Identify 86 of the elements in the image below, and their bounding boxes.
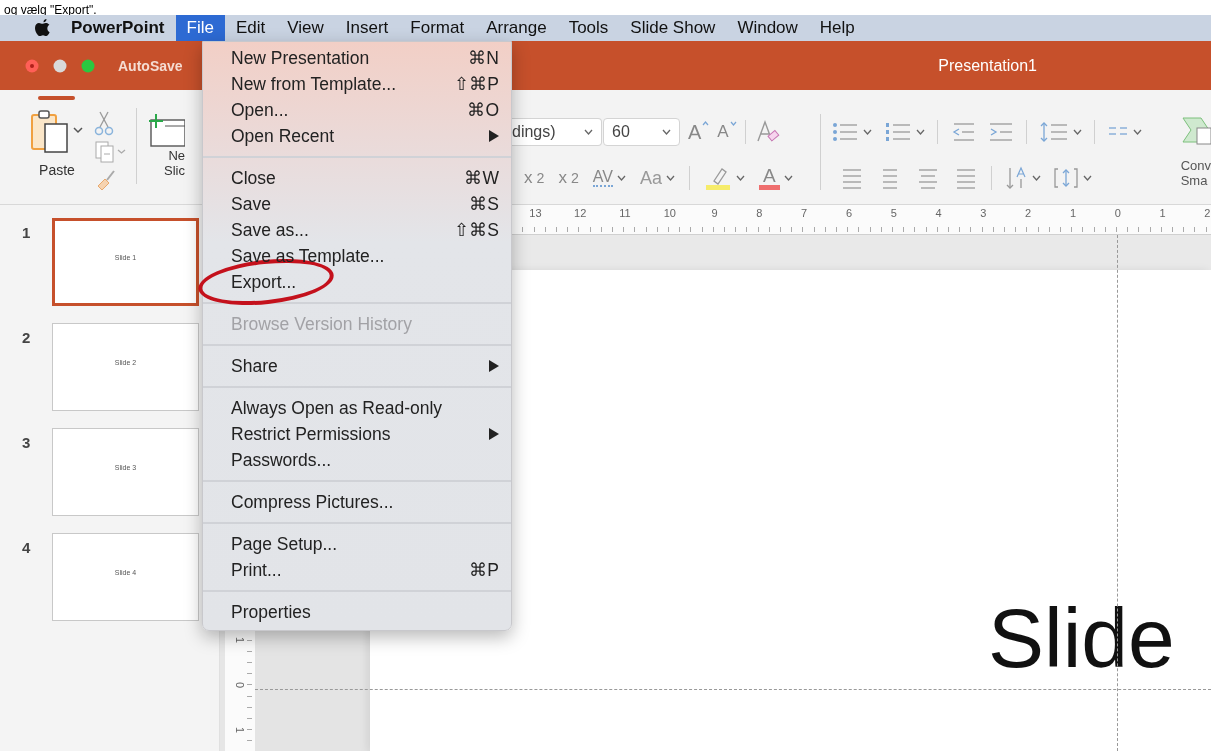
menu-title[interactable]: Arrange — [475, 15, 558, 41]
chevron-down-icon[interactable] — [1133, 129, 1142, 135]
ruler-label: 11 — [618, 206, 632, 219]
scissors-icon[interactable] — [94, 110, 114, 136]
menu-item[interactable]: Passwords... — [203, 447, 511, 473]
ruler-label: 4 — [934, 206, 943, 219]
menu-item[interactable]: Save ⌘S — [203, 191, 511, 217]
menu-item[interactable]: Export... — [203, 269, 511, 295]
chevron-down-icon[interactable] — [863, 129, 872, 135]
menu-item[interactable]: New from Template... ⇧⌘P — [203, 71, 511, 97]
increase-indent-icon[interactable] — [988, 120, 1014, 144]
menu-item[interactable]: Open... ⌘O — [203, 97, 511, 123]
font-name-field[interactable]: dings) — [512, 118, 602, 146]
menu-item[interactable]: Save as... ⇧⌘S — [203, 217, 511, 243]
menu-title[interactable]: File — [175, 15, 225, 41]
ruler-label: 1 — [234, 726, 246, 734]
menu-title[interactable]: Tools — [557, 15, 620, 41]
font-size-field[interactable]: 60 — [603, 118, 680, 146]
ruler-label: 10 — [662, 206, 677, 219]
ruler-label: 13 — [528, 206, 543, 219]
chevron-down-icon[interactable] — [735, 175, 745, 181]
apple-icon[interactable] — [34, 18, 52, 38]
menu-title[interactable]: Insert — [334, 15, 400, 41]
align-text-icon[interactable] — [1053, 166, 1079, 190]
slide-number: 1 — [22, 223, 32, 241]
convert-smartart-button[interactable]: Conv Sma — [1180, 114, 1211, 204]
ruler-label: 6 — [844, 206, 854, 219]
menu-title[interactable]: Format — [399, 15, 476, 41]
menu-item[interactable]: Page Setup... — [203, 531, 511, 557]
ruler-label: 2 — [1024, 206, 1033, 219]
ruler-label: 0 — [1113, 206, 1122, 219]
text-direction-icon[interactable] — [1004, 165, 1028, 191]
menu-title[interactable]: Help — [808, 15, 866, 41]
chevron-down-icon[interactable] — [1032, 175, 1041, 181]
caret-up-icon[interactable] — [702, 121, 710, 126]
slide-number: 2 — [22, 328, 32, 346]
paste-button[interactable]: Paste — [26, 108, 88, 178]
ruler-label: 0 — [234, 682, 246, 689]
chevron-down-icon[interactable] — [783, 175, 793, 181]
chevron-down-icon[interactable] — [584, 129, 593, 135]
menu-item[interactable]: Compress Pictures... — [203, 489, 511, 515]
menu-title[interactable]: View — [276, 15, 335, 41]
window-title: Presentation1 — [938, 56, 1037, 75]
ruler-label: 8 — [755, 206, 764, 219]
slide-number: 3 — [22, 433, 32, 451]
ruler-label: 7 — [800, 206, 809, 219]
chevron-down-icon[interactable] — [1083, 175, 1092, 181]
ruler-label: 5 — [889, 206, 898, 219]
menu-item[interactable]: Always Open as Read-only — [203, 395, 511, 421]
menu-item[interactable]: Print... ⌘P — [203, 557, 511, 583]
autosave-label: AutoSave — [118, 57, 183, 74]
chevron-down-icon[interactable] — [1073, 129, 1082, 135]
menu-item[interactable]: Open Recent — [203, 123, 511, 149]
new-slide-button[interactable]: Ne Slic — [147, 108, 185, 178]
ruler-label: 12 — [573, 206, 588, 219]
chevron-down-icon[interactable] — [916, 129, 925, 135]
slide-title: Slide — [988, 590, 1175, 687]
submenu-arrow-icon[interactable] — [488, 360, 499, 372]
app-menu[interactable]: PowerPoint — [60, 15, 176, 41]
menu-item[interactable]: Close ⌘W — [203, 165, 511, 191]
submenu-arrow-icon[interactable] — [488, 130, 499, 142]
ruler-label: 1 — [234, 637, 246, 644]
menu-item[interactable]: New Presentation ⌘N — [203, 45, 511, 71]
ruler-label: 9 — [710, 206, 719, 219]
chevron-down-icon[interactable] — [662, 129, 671, 135]
copy-icon[interactable] — [94, 140, 128, 164]
clipboard-icon[interactable] — [29, 108, 85, 156]
chevron-down-icon[interactable] — [616, 175, 626, 181]
menu-title[interactable]: Edit — [224, 15, 277, 41]
chevron-down-icon[interactable] — [665, 175, 675, 181]
ruler-label: 1 — [1068, 206, 1077, 219]
menu-item[interactable]: Properties — [203, 599, 511, 625]
menu-title[interactable]: Slide Show — [619, 15, 727, 41]
smartart-icon[interactable] — [1181, 114, 1211, 146]
window-controls-icon[interactable] — [24, 57, 96, 74]
menu-item[interactable]: Share — [203, 353, 511, 379]
slide-number: 4 — [22, 538, 32, 556]
caret-down-icon[interactable] — [729, 121, 737, 126]
menu-item[interactable]: Restrict Permissions — [203, 421, 511, 447]
ruler-label: 1 — [1158, 206, 1167, 219]
ruler-label: 2 — [1203, 206, 1211, 219]
submenu-arrow-icon[interactable] — [488, 428, 499, 440]
ruler-label: 3 — [979, 206, 988, 219]
menu-title[interactable]: Window — [726, 15, 809, 41]
tab-indicator — [38, 96, 75, 100]
numbered-list-icon[interactable] — [884, 120, 912, 144]
